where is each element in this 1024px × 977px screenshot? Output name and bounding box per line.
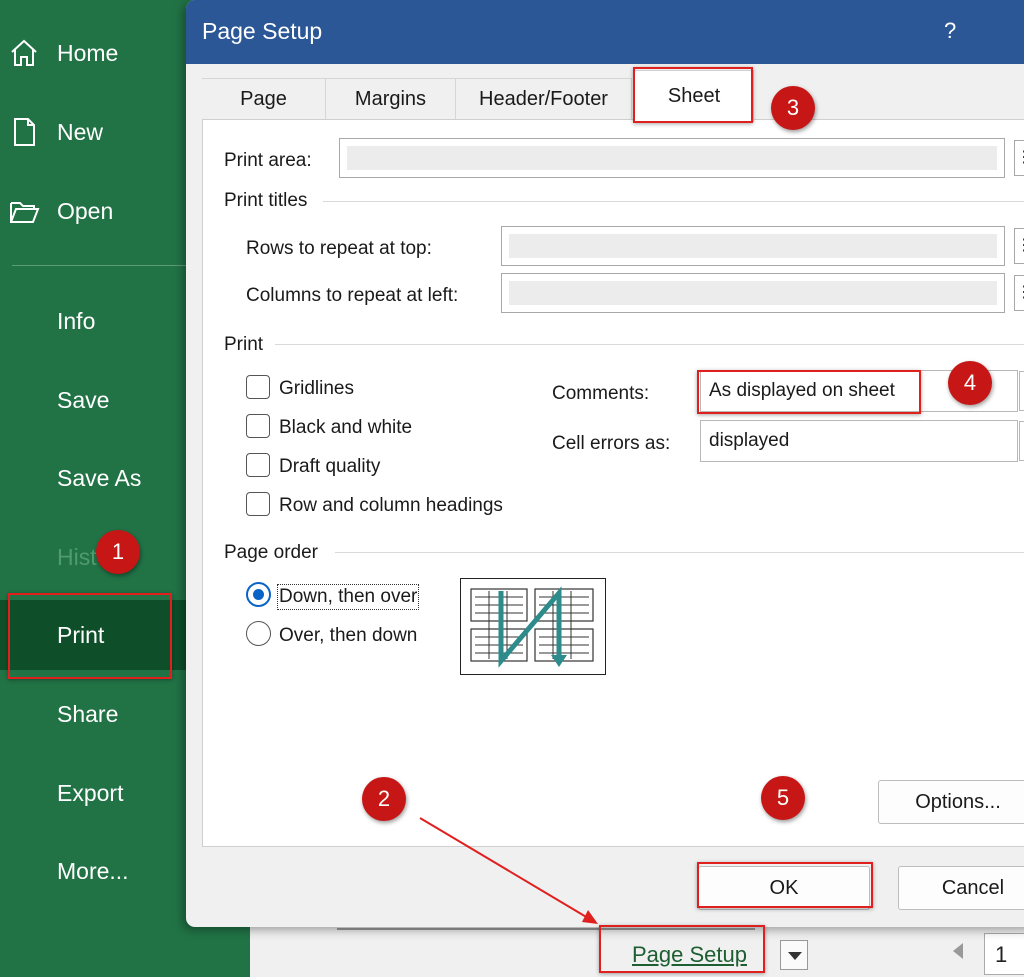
annotation-arrow [419, 817, 598, 924]
step-badge-2: 2 [362, 777, 406, 821]
step-badge-5: 5 [761, 776, 805, 820]
step-badge-4: 4 [948, 361, 992, 405]
step-badge-1: 1 [96, 530, 140, 574]
step-badge-3: 3 [771, 86, 815, 130]
